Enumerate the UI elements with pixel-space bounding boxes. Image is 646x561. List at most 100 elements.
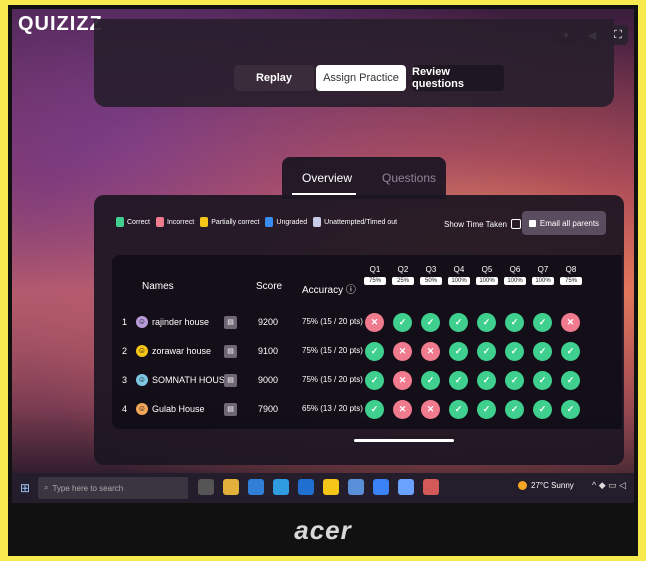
correct-answer-cell[interactable]: ✓: [505, 400, 524, 419]
avatar: ☺: [136, 374, 148, 386]
names-header: Names: [142, 281, 174, 292]
app-icon[interactable]: [373, 479, 389, 495]
review-questions-button[interactable]: Review questions: [412, 65, 504, 91]
incorrect-answer-cell[interactable]: ✕: [561, 313, 580, 332]
report-icon[interactable]: ▤: [224, 316, 237, 329]
correct-answer-cell[interactable]: ✓: [505, 313, 524, 332]
participant-accuracy: 75% (15 / 20 pts): [302, 375, 363, 384]
legend: Correct Incorrect Partially correct Ungrade…: [116, 217, 397, 227]
mail-icon[interactable]: [298, 479, 314, 495]
participant-name[interactable]: zorawar house: [152, 346, 211, 356]
question-label: Q7: [537, 265, 549, 274]
correct-answer-cell[interactable]: ✓: [533, 313, 552, 332]
taskbar-search-input[interactable]: ⌕ Type here to search: [38, 477, 188, 499]
correct-answer-cell[interactable]: ✓: [449, 371, 468, 390]
legend-swatch: [200, 217, 209, 227]
assign-practice-button[interactable]: Assign Practice: [316, 65, 406, 91]
legend-item: Unattempted/Timed out: [313, 217, 397, 227]
correct-answer-cell[interactable]: ✓: [365, 342, 384, 361]
windows-start-icon[interactable]: ⊞: [20, 481, 30, 495]
replay-button[interactable]: Replay: [234, 65, 314, 91]
question-header: Q2 25%: [392, 265, 414, 285]
row-rank: 4: [122, 404, 128, 414]
system-tray-icons[interactable]: ^ ◆ ▭ ◁: [592, 480, 626, 491]
correct-answer-cell[interactable]: ✓: [421, 371, 440, 390]
table-row[interactable]: 1 ☺ rajinder house ▤ 9200 75% (15 / 20 pts) ✕ ✓…: [112, 311, 622, 335]
legend-item: Incorrect: [155, 217, 194, 227]
correct-answer-cell[interactable]: ✓: [421, 313, 440, 332]
sun-icon: [518, 481, 527, 490]
question-accuracy: 25%: [392, 277, 414, 285]
correct-answer-cell[interactable]: ✓: [505, 371, 524, 390]
row-rank: 3: [122, 375, 128, 385]
taskbar-apps: [198, 479, 439, 495]
file-explorer-icon[interactable]: [223, 479, 239, 495]
participant-accuracy: 65% (13 / 20 pts): [302, 404, 363, 413]
correct-answer-cell[interactable]: ✓: [393, 313, 412, 332]
correct-answer-cell[interactable]: ✓: [505, 342, 524, 361]
correct-answer-cell[interactable]: ✓: [449, 342, 468, 361]
incorrect-answer-cell[interactable]: ✕: [421, 342, 440, 361]
correct-answer-cell[interactable]: ✓: [533, 400, 552, 419]
tab-questions[interactable]: Questions: [382, 171, 436, 185]
question-header: Q5 100%: [476, 265, 498, 285]
correct-answer-cell[interactable]: ✓: [365, 400, 384, 419]
incorrect-answer-cell[interactable]: ✕: [393, 371, 412, 390]
incorrect-answer-cell[interactable]: ✕: [421, 400, 440, 419]
legend-label: Unattempted/Timed out: [324, 218, 398, 226]
question-header: Q7 100%: [532, 265, 554, 285]
correct-answer-cell[interactable]: ✓: [477, 342, 496, 361]
table-row[interactable]: 4 ☺ Gulab House ▤ 7900 65% (13 / 20 pts) ✓ ✕ ✕ ✓ ✓…: [112, 398, 622, 422]
correct-answer-cell[interactable]: ✓: [561, 400, 580, 419]
correct-answer-cell[interactable]: ✓: [561, 342, 580, 361]
correct-answer-cell[interactable]: ✓: [533, 342, 552, 361]
app-icon[interactable]: [348, 479, 364, 495]
incorrect-answer-cell[interactable]: ✕: [393, 400, 412, 419]
show-time-toggle[interactable]: Show Time Taken: [444, 219, 521, 229]
participant-name[interactable]: rajinder house: [152, 317, 209, 327]
weather-text: 27°C Sunny: [531, 481, 574, 490]
avatar: ☺: [136, 403, 148, 415]
weather-widget[interactable]: 27°C Sunny: [518, 481, 574, 490]
correct-answer-cell[interactable]: ✓: [533, 371, 552, 390]
avatar: ☺: [136, 316, 148, 328]
mail-icon: [528, 219, 536, 227]
participant-name[interactable]: SOMNATH HOUSE: [152, 375, 231, 385]
correct-answer-cell[interactable]: ✓: [449, 313, 468, 332]
question-label: Q4: [453, 265, 465, 274]
incorrect-answer-cell[interactable]: ✕: [365, 313, 384, 332]
table-row[interactable]: 3 ☺ SOMNATH HOUSE ▤ 9000 75% (15 / 20 pts) ✓ ✕ ✓…: [112, 369, 622, 393]
quizizz-logo: QUIZIZZ: [18, 13, 103, 35]
incorrect-answer-cell[interactable]: ✕: [393, 342, 412, 361]
chrome-icon[interactable]: [323, 479, 339, 495]
correct-answer-cell[interactable]: ✓: [365, 371, 384, 390]
email-all-parents-button[interactable]: Email all parents: [522, 211, 606, 235]
question-header: Q1 75%: [364, 265, 386, 285]
task-view-icon[interactable]: [198, 479, 214, 495]
legend-label: Partially correct: [211, 218, 260, 226]
edge-icon[interactable]: [248, 479, 264, 495]
correct-answer-cell[interactable]: ✓: [477, 400, 496, 419]
question-label: Q3: [425, 265, 437, 274]
store-icon[interactable]: [273, 479, 289, 495]
windows-taskbar: ⊞ ⌕ Type here to search 27°C Sunny ^ ◆ ▭…: [12, 473, 634, 503]
acer-logo: acer: [294, 515, 352, 545]
participant-name[interactable]: Gulab House: [152, 404, 205, 414]
report-icon[interactable]: ▤: [224, 374, 237, 387]
report-icon[interactable]: ▤: [224, 345, 237, 358]
question-label: Q8: [565, 265, 577, 274]
tab-overview[interactable]: Overview: [302, 171, 352, 185]
table-row[interactable]: 2 ☺ zorawar house ▤ 9100 75% (15 / 20 pts) ✓ ✕ ✕…: [112, 340, 622, 364]
legend-label: Ungraded: [276, 218, 308, 226]
correct-answer-cell[interactable]: ✓: [477, 371, 496, 390]
report-icon[interactable]: ▤: [224, 403, 237, 416]
show-time-checkbox[interactable]: [511, 219, 521, 229]
question-label: Q2: [397, 265, 409, 274]
horizontal-scrollbar[interactable]: [354, 439, 454, 442]
app-icon[interactable]: [398, 479, 414, 495]
correct-answer-cell[interactable]: ✓: [477, 313, 496, 332]
row-rank: 1: [122, 317, 128, 327]
app-icon[interactable]: [423, 479, 439, 495]
correct-answer-cell[interactable]: ✓: [561, 371, 580, 390]
correct-answer-cell[interactable]: ✓: [449, 400, 468, 419]
